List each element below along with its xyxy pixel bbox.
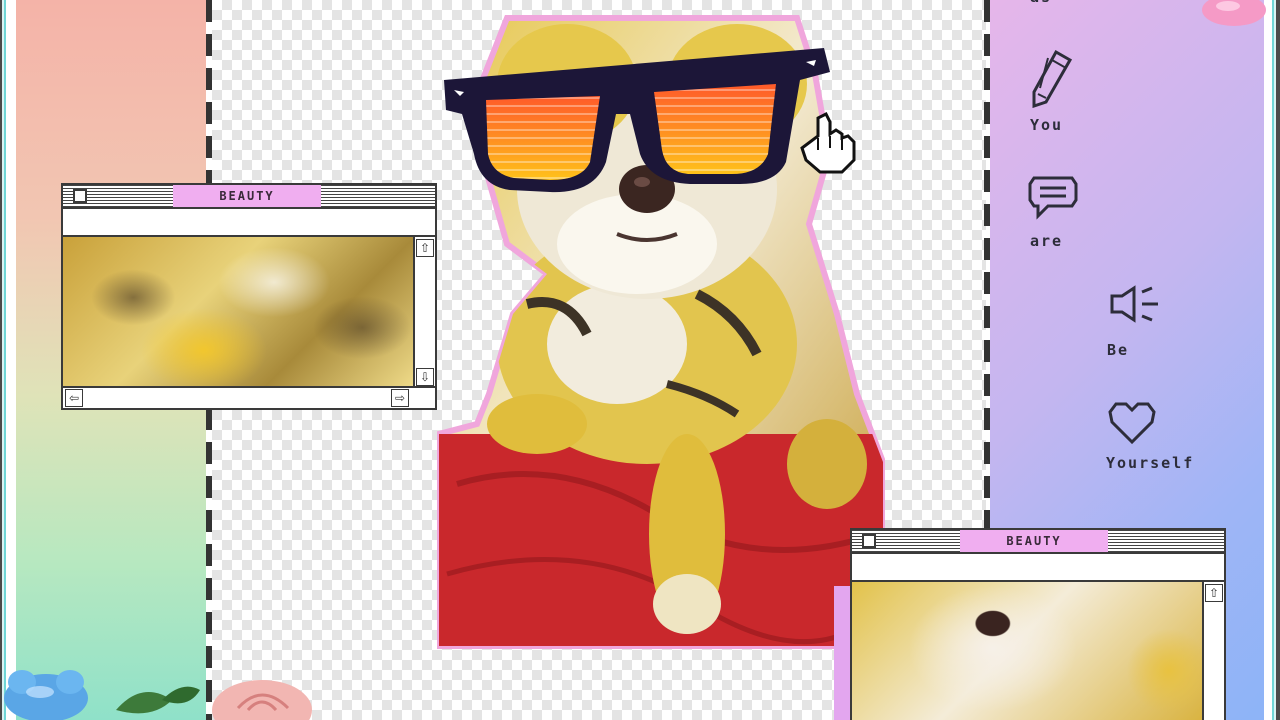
horizontal-scrollbar[interactable]: ⇦ ⇨ <box>63 386 435 408</box>
vertical-scrollbar[interactable]: ⇧ ⇩ <box>413 237 435 388</box>
pink-rose-icon <box>208 678 316 720</box>
left-frame-border <box>0 0 16 720</box>
scroll-up-arrow-icon[interactable]: ⇧ <box>1205 584 1223 602</box>
window-title: BEAUTY <box>960 530 1108 552</box>
window-fur-image <box>63 237 415 388</box>
blue-gummy-bear-icon <box>0 664 92 720</box>
heart-icon <box>1106 400 1158 450</box>
scroll-down-arrow-icon[interactable]: ⇩ <box>416 368 434 386</box>
window-close-button[interactable] <box>862 534 876 548</box>
window-titlebar[interactable]: BEAUTY <box>852 530 1224 554</box>
sunglasses-icon <box>440 44 832 194</box>
word-as: as <box>1030 0 1052 6</box>
window-close-button[interactable] <box>73 189 87 203</box>
vertical-scrollbar[interactable]: ⇧ <box>1202 582 1224 720</box>
pointing-hand-cursor-icon <box>796 108 860 178</box>
pink-accent-strip <box>834 586 850 720</box>
pencil-icon <box>1030 48 1076 112</box>
leaf-icon <box>112 680 202 720</box>
scroll-left-arrow-icon[interactable]: ⇦ <box>65 389 83 407</box>
window-menubar <box>63 209 435 237</box>
word-are: are <box>1030 232 1064 250</box>
window-title: BEAUTY <box>173 185 321 207</box>
window-menubar <box>852 554 1224 582</box>
beauty-window-left: BEAUTY ⇧ ⇩ ⇦ ⇨ <box>61 183 437 410</box>
speech-bubble-icon <box>1026 174 1080 224</box>
right-frame-border <box>1264 0 1280 720</box>
scroll-up-arrow-icon[interactable]: ⇧ <box>416 239 434 257</box>
window-dog-face-image <box>852 582 1204 720</box>
scroll-right-arrow-icon[interactable]: ⇨ <box>391 389 409 407</box>
word-yourself: Yourself <box>1106 454 1195 472</box>
beauty-window-right: BEAUTY ⇧ <box>850 528 1226 720</box>
window-titlebar[interactable]: BEAUTY <box>63 185 435 209</box>
word-be: Be <box>1107 341 1130 359</box>
pink-gummy-icon <box>1198 0 1268 28</box>
word-you: You <box>1030 116 1064 134</box>
speaker-icon <box>1108 284 1162 328</box>
